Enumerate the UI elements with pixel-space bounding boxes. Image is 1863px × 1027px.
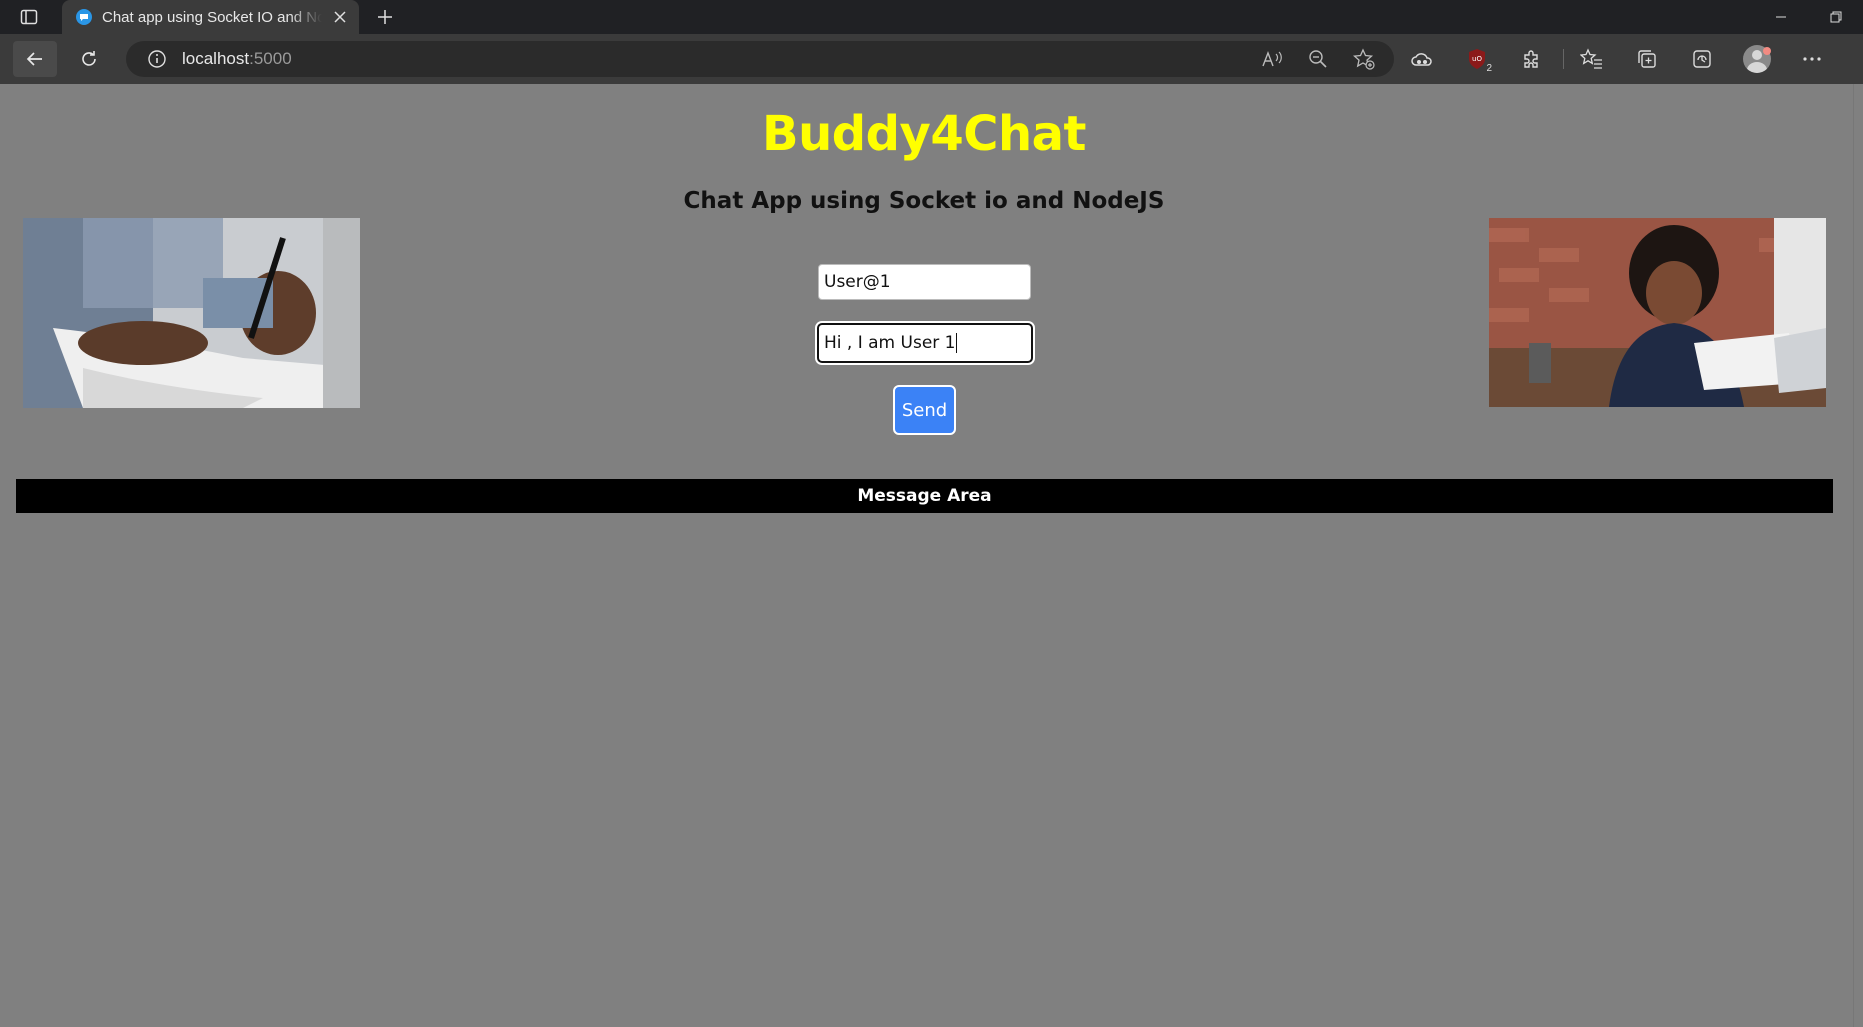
favorites-icon[interactable] xyxy=(1570,39,1614,79)
message-input[interactable]: Hi , I am User 1 xyxy=(817,323,1033,363)
collections-icon[interactable] xyxy=(1625,39,1669,79)
browser-essentials-icon[interactable] xyxy=(1680,39,1724,79)
scrollbar[interactable] xyxy=(1853,84,1863,1027)
cloud-icon[interactable] xyxy=(1400,39,1444,79)
address-bar[interactable]: localhost:5000 xyxy=(126,41,1394,77)
message-area-header: Message Area xyxy=(16,479,1833,513)
read-aloud-icon[interactable] xyxy=(1256,43,1288,75)
add-favorite-icon[interactable] xyxy=(1348,43,1380,75)
svg-text:uO: uO xyxy=(1472,55,1482,63)
close-tab-icon[interactable] xyxy=(331,7,349,28)
plus-icon[interactable] xyxy=(370,2,400,32)
browser-tab[interactable]: Chat app using Socket IO and No xyxy=(62,0,359,34)
profile-button[interactable] xyxy=(1735,39,1779,79)
url-host: localhost xyxy=(182,49,250,68)
toolbar-separator xyxy=(1563,49,1564,69)
minimize-icon[interactable] xyxy=(1753,0,1808,34)
woman-reading-image xyxy=(1489,218,1826,407)
username-input[interactable]: User@1 xyxy=(818,264,1031,300)
chat-favicon-icon xyxy=(76,9,92,25)
tab-actions-icon[interactable] xyxy=(12,0,46,34)
text-caret xyxy=(956,333,958,353)
puzzle-icon[interactable] xyxy=(1510,39,1554,79)
reload-icon[interactable] xyxy=(67,41,111,77)
tab-title: Chat app using Socket IO and No xyxy=(102,8,322,26)
zoom-out-icon[interactable] xyxy=(1302,43,1334,75)
tab-bar: Chat app using Socket IO and No xyxy=(0,0,1863,34)
notification-dot xyxy=(1763,47,1771,55)
browser-toolbar: localhost:5000 uO 2 xyxy=(0,34,1863,84)
more-icon[interactable] xyxy=(1790,39,1834,79)
extension-badge: 2 xyxy=(1484,63,1494,75)
page-title: Buddy4Chat xyxy=(762,106,1086,162)
url-port: :5000 xyxy=(249,49,292,68)
page-subtitle: Chat App using Socket io and NodeJS xyxy=(683,188,1165,214)
page-viewport: Buddy4Chat Chat App using Socket io and … xyxy=(0,84,1853,1027)
arrow-left-icon[interactable] xyxy=(13,41,57,77)
send-button[interactable]: Send xyxy=(893,385,956,435)
message-input-text: Hi , I am User 1 xyxy=(824,333,956,353)
ublock-icon[interactable]: uO 2 xyxy=(1455,39,1499,79)
restore-icon[interactable] xyxy=(1808,0,1863,34)
writing-hands-image xyxy=(23,218,360,408)
info-icon[interactable] xyxy=(146,48,168,70)
window-controls xyxy=(1753,0,1863,34)
url-text[interactable]: localhost:5000 xyxy=(182,49,292,69)
